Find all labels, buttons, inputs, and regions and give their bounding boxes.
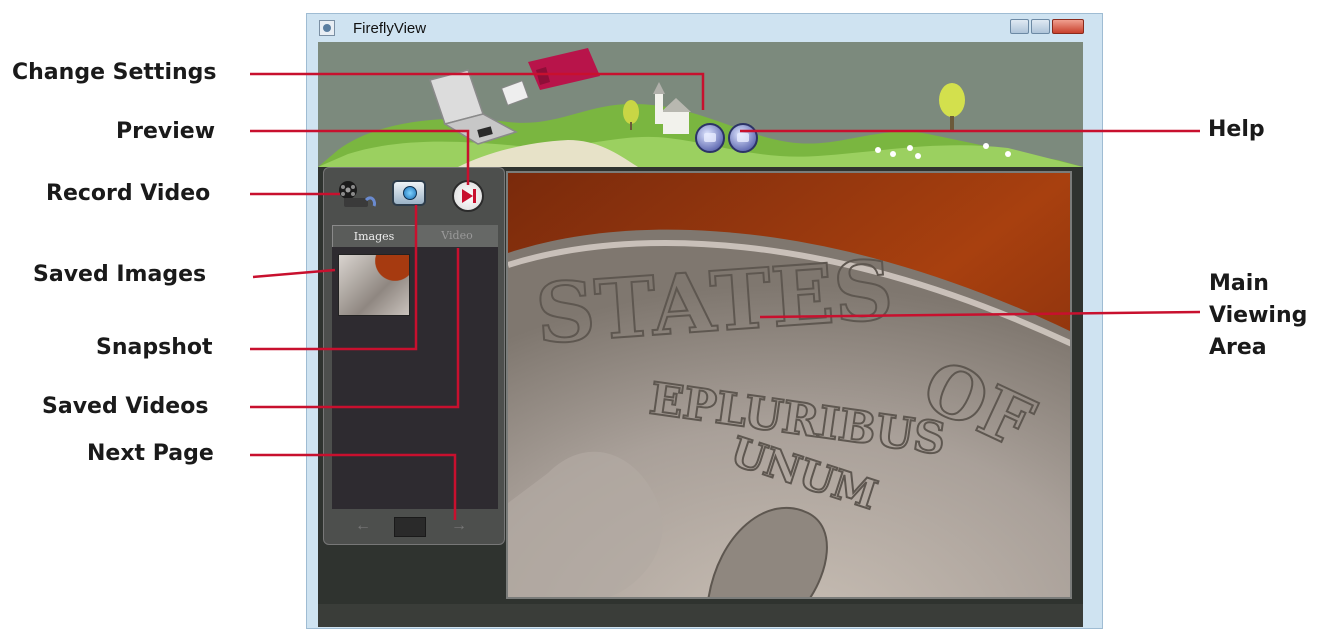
- callout-help: Help: [1208, 117, 1265, 142]
- saved-images-list: [332, 247, 498, 509]
- coin-image: STATES OF EPLURIBUS UNUM: [508, 173, 1070, 597]
- tab-video[interactable]: Video: [416, 225, 498, 247]
- app-window: FireflyView Images Video ← → STATES OF E…: [306, 13, 1103, 629]
- usb-microscope-illustration: [500, 48, 600, 106]
- settings-icon[interactable]: [695, 123, 725, 153]
- callout-saved-videos: Saved Videos: [42, 394, 209, 419]
- window-title: FireflyView: [353, 20, 427, 37]
- callout-saved-images: Saved Images: [33, 262, 207, 287]
- callout-main-line2: Viewing: [1209, 303, 1308, 328]
- film-reel-icon[interactable]: [336, 180, 376, 208]
- next-page-icon[interactable]: →: [450, 517, 468, 535]
- help-icon[interactable]: [728, 123, 758, 153]
- saved-image-thumbnail[interactable]: [338, 254, 410, 316]
- media-tabs: Images Video: [332, 225, 498, 247]
- pager: ← →: [332, 513, 498, 539]
- callout-preview: Preview: [116, 119, 216, 144]
- minimize-button[interactable]: [1010, 19, 1029, 34]
- callout-change-settings: Change Settings: [12, 60, 217, 85]
- callout-next-page: Next Page: [87, 441, 214, 466]
- app-icon: [319, 20, 335, 36]
- header-banner: [318, 42, 1083, 167]
- maximize-button[interactable]: [1031, 19, 1050, 34]
- callout-record-video: Record Video: [46, 181, 211, 206]
- window-controls: [1008, 19, 1084, 34]
- camera-icon[interactable]: [392, 180, 426, 206]
- play-record-icon[interactable]: [452, 180, 484, 212]
- side-panel: Images Video ← →: [323, 167, 505, 545]
- title-bar: FireflyView: [307, 14, 1102, 42]
- app-client-area: Images Video ← → STATES OF EPLURIBUS UNU…: [318, 42, 1083, 627]
- tab-images[interactable]: Images: [332, 225, 416, 247]
- callout-main-line1: Main: [1209, 271, 1269, 296]
- close-button[interactable]: [1052, 19, 1084, 34]
- prev-page-icon[interactable]: ←: [354, 517, 372, 535]
- page-indicator: [394, 517, 426, 537]
- main-viewing-area[interactable]: STATES OF EPLURIBUS UNUM: [506, 171, 1072, 599]
- callout-snapshot: Snapshot: [96, 335, 213, 360]
- callout-main-viewing-area: Main Viewing Area: [1209, 268, 1307, 364]
- status-bar: [318, 604, 1083, 627]
- workspace: Images Video ← → STATES OF EPLURIBUS UNU…: [318, 167, 1083, 627]
- callout-main-line3: Area: [1209, 335, 1267, 360]
